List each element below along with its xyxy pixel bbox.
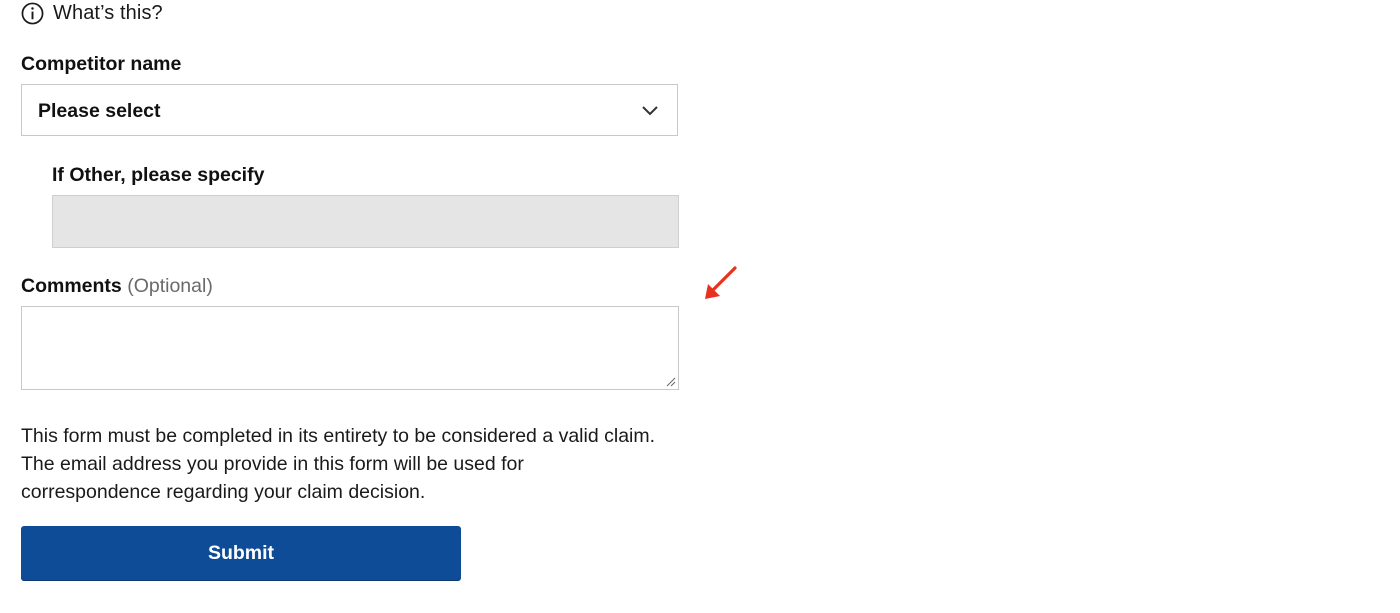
submit-button[interactable]: Submit <box>21 526 461 580</box>
info-circle-icon <box>21 2 44 25</box>
resize-grip-icon[interactable] <box>666 377 676 387</box>
comments-label-text: Comments <box>21 275 122 297</box>
comments-textarea-wrapper <box>21 306 679 390</box>
whats-this-label: What’s this? <box>53 2 163 24</box>
form-disclaimer-text: This form must be completed in its entir… <box>21 425 656 503</box>
comments-label: Comments (Optional) <box>21 275 213 298</box>
chevron-down-icon <box>642 106 658 116</box>
competitor-select-value: Please select <box>38 100 161 122</box>
whats-this-link[interactable]: What’s this? <box>21 2 163 25</box>
competitor-name-select[interactable]: Please select <box>21 84 678 136</box>
other-specify-input[interactable] <box>52 195 679 248</box>
other-specify-label: If Other, please specify <box>52 164 265 186</box>
red-arrow-annotation-icon <box>705 266 737 299</box>
competitor-name-label: Competitor name <box>21 53 182 75</box>
optional-label: (Optional) <box>127 275 213 297</box>
comments-textarea[interactable] <box>22 307 678 389</box>
claim-form-page: What’s this? Competitor name Please sele… <box>0 0 1400 613</box>
